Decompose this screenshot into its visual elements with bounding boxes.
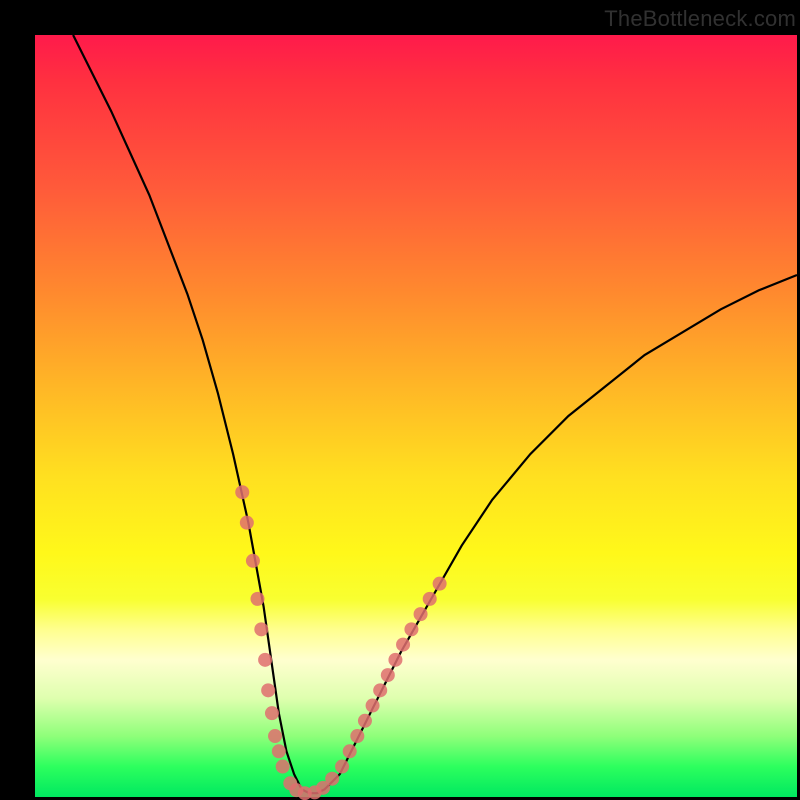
marker-dot bbox=[414, 607, 428, 621]
marker-dot bbox=[335, 760, 349, 774]
marker-dot bbox=[272, 744, 286, 758]
marker-dot bbox=[240, 516, 254, 530]
marker-dot bbox=[373, 683, 387, 697]
marker-dot bbox=[381, 668, 395, 682]
bottleneck-curve bbox=[73, 35, 797, 793]
marker-dot bbox=[261, 683, 275, 697]
watermark-text: TheBottleneck.com bbox=[604, 6, 796, 32]
marker-dot bbox=[325, 772, 339, 786]
marker-dot bbox=[423, 592, 437, 606]
marker-dot bbox=[350, 729, 364, 743]
marker-dot bbox=[235, 485, 249, 499]
marker-dot bbox=[433, 577, 447, 591]
marker-dot bbox=[366, 699, 380, 713]
chart-svg bbox=[35, 35, 797, 797]
marker-dot bbox=[276, 760, 290, 774]
marker-dot bbox=[254, 622, 268, 636]
marker-dot bbox=[268, 729, 282, 743]
chart-frame: TheBottleneck.com bbox=[0, 0, 800, 800]
marker-dot bbox=[404, 622, 418, 636]
marker-dot bbox=[388, 653, 402, 667]
marker-dot bbox=[343, 744, 357, 758]
marker-dot bbox=[246, 554, 260, 568]
marker-dot bbox=[265, 706, 279, 720]
marker-dot bbox=[258, 653, 272, 667]
marker-dot bbox=[358, 714, 372, 728]
marker-dot bbox=[396, 638, 410, 652]
marker-dot bbox=[251, 592, 265, 606]
sample-markers bbox=[235, 485, 446, 800]
plot-area bbox=[35, 35, 797, 797]
